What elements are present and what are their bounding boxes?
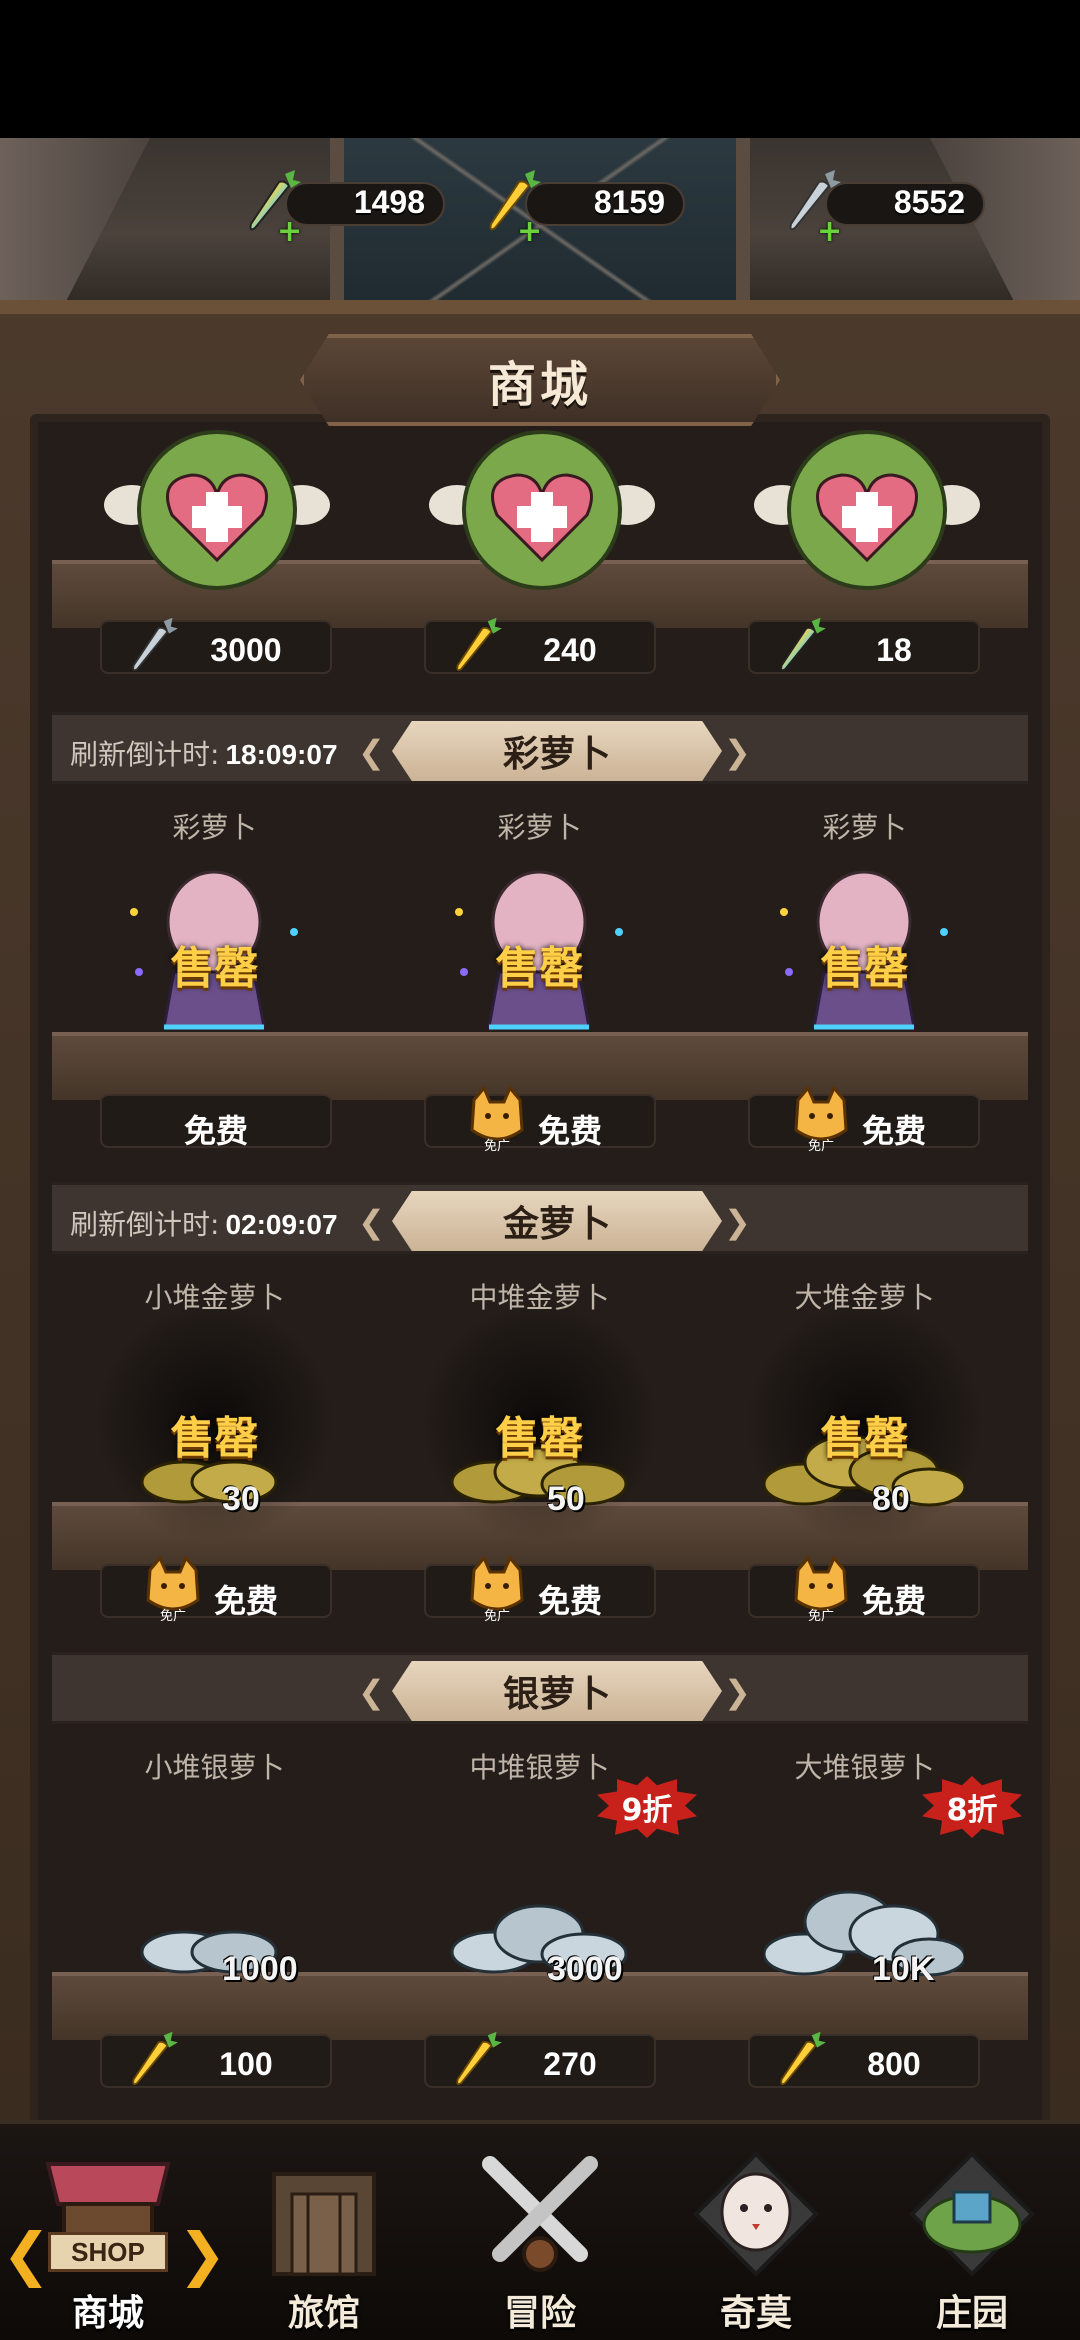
currency-rainbow[interactable]: + 1498 xyxy=(245,170,445,249)
free-button[interactable]: 免费 xyxy=(100,1094,332,1150)
currency-value: 8552 xyxy=(893,184,965,220)
price-button[interactable]: 800 xyxy=(748,2031,980,2088)
shop-sign: SHOP xyxy=(48,2232,168,2272)
nav-label: 庄园 xyxy=(935,2293,1008,2334)
price-text: 270 xyxy=(543,2046,597,2082)
price-text: 免费 xyxy=(861,1112,926,1150)
chevron-left-icon: ❮ xyxy=(2,2220,51,2288)
item-quantity: 1000 xyxy=(222,1950,298,1988)
section-silver-carrot: ❮ 银萝卜 ❯ 小堆银萝卜 1000 中堆银萝卜 9折 3000 大堆银萝卜 8… xyxy=(52,1652,1028,2102)
sold-out-label: 售罄 xyxy=(170,1413,259,1464)
price-text: 240 xyxy=(543,632,597,668)
nav-adventure[interactable]: 冒险 xyxy=(432,2124,648,2340)
character-portrait-icon xyxy=(693,2151,819,2277)
shelf-plank xyxy=(52,1032,1028,1100)
item-quantity: 3000 xyxy=(547,1950,623,1988)
heart-fruit-icon xyxy=(754,430,980,590)
refresh-timer: 刷新倒计时: 18:09:07 xyxy=(70,738,338,771)
price-text: 800 xyxy=(867,2046,921,2082)
add-icon[interactable]: + xyxy=(517,214,542,249)
item-name: 中堆银萝卜 xyxy=(469,1751,610,1784)
nav-shop[interactable]: ❮ ❯ SHOP 商城 xyxy=(0,2124,227,2340)
manor-island-icon xyxy=(909,2151,1035,2277)
page-title-text: 商城 xyxy=(487,357,592,413)
item-name: 大堆金萝卜 xyxy=(794,1281,935,1314)
sold-out-label: 售罄 xyxy=(495,943,584,994)
heart-fruit-icon xyxy=(104,430,330,590)
item-name: 小堆银萝卜 xyxy=(144,1751,285,1784)
currency-value: 8159 xyxy=(593,184,665,220)
price-button[interactable]: 3000 xyxy=(100,617,332,674)
chevron-right-icon: ❯ xyxy=(724,733,751,771)
section-header: ❮ 银萝卜 ❯ xyxy=(52,1652,1028,1724)
nav-qimo[interactable]: 奇莫 xyxy=(648,2124,864,2340)
section-top: 3000 240 18 xyxy=(52,410,1028,690)
nav-label: 商城 xyxy=(71,2293,144,2334)
chevron-left-icon: ❮ xyxy=(358,733,385,771)
item-name: 彩萝卜 xyxy=(172,811,257,844)
refresh-timer: 刷新倒计时: 02:09:07 xyxy=(70,1208,338,1241)
price-button[interactable]: 100 xyxy=(100,2031,332,2088)
bottom-nav: ❮ ❯ SHOP 商城 旅馆 冒险 奇莫 庄园 xyxy=(0,2120,1080,2340)
add-icon[interactable]: + xyxy=(277,214,302,249)
free-ad-button[interactable]: 免广 免费 xyxy=(424,1556,656,1622)
price-text: 免费 xyxy=(537,1582,602,1620)
curtain-left xyxy=(0,138,150,313)
sold-out-label: 售罄 xyxy=(820,1413,909,1464)
free-ad-button[interactable]: 免广 免费 xyxy=(748,1086,980,1152)
section-gold-carrot: 刷新倒计时: 02:09:07 ❮ 金萝卜 ❯ 小堆金萝卜 售罄 30 中堆金萝卜… xyxy=(52,1182,1028,1632)
section-title: 银萝卜 xyxy=(392,1661,722,1721)
inn-gate-icon xyxy=(272,2172,376,2276)
price-text: 免费 xyxy=(213,1582,278,1620)
price-button[interactable]: 240 xyxy=(424,617,656,674)
item-quantity: 10K xyxy=(872,1950,935,1988)
price-text: 3000 xyxy=(210,632,282,668)
currency-gold[interactable]: + 8159 xyxy=(485,170,685,249)
item-quantity: 80 xyxy=(872,1480,910,1518)
heart-fruit-icon xyxy=(429,430,655,590)
nav-label: 旅馆 xyxy=(287,2293,360,2334)
item-name: 大堆银萝卜 xyxy=(794,1751,935,1784)
price-text: 免费 xyxy=(183,1112,248,1150)
sold-out-label: 售罄 xyxy=(170,943,259,994)
chevron-right-icon: ❯ xyxy=(724,1673,751,1711)
crossed-swords-icon xyxy=(482,2156,598,2272)
item-name: 中堆金萝卜 xyxy=(469,1281,610,1314)
section-rainbow-carrot: 刷新倒计时: 18:09:07 ❮ 彩萝卜 ❯ 彩萝卜 售罄 彩萝卜 售罄 彩萝卜 xyxy=(52,712,1028,1162)
price-text: 免费 xyxy=(861,1582,926,1620)
nav-inn[interactable]: 旅馆 xyxy=(216,2124,432,2340)
currency-silver[interactable]: + 8552 xyxy=(785,170,985,249)
price-text: 18 xyxy=(876,632,912,668)
section-title: 金萝卜 xyxy=(392,1191,722,1251)
item-name: 小堆金萝卜 xyxy=(144,1281,285,1314)
item-name: 彩萝卜 xyxy=(822,811,907,844)
free-ad-button[interactable]: 免广 免费 xyxy=(100,1556,332,1622)
nav-manor[interactable]: 庄园 xyxy=(864,2124,1080,2340)
sold-out-label: 售罄 xyxy=(820,943,909,994)
section-header: 刷新倒计时: 02:09:07 ❮ 金萝卜 ❯ xyxy=(52,1182,1028,1254)
item-name: 彩萝卜 xyxy=(497,811,582,844)
section-header: 刷新倒计时: 18:09:07 ❮ 彩萝卜 ❯ xyxy=(52,712,1028,784)
price-button[interactable]: 270 xyxy=(424,2031,656,2088)
price-text: 免费 xyxy=(537,1112,602,1150)
free-ad-button[interactable]: 免广 免费 xyxy=(424,1086,656,1152)
header-scene: + 1498 + 8159 + 8552 xyxy=(0,138,1080,313)
chevron-left-icon: ❮ xyxy=(358,1203,385,1241)
chevron-left-icon: ❮ xyxy=(358,1673,385,1711)
nav-label: 冒险 xyxy=(503,2293,576,2334)
price-button[interactable]: 18 xyxy=(748,617,980,674)
section-title: 彩萝卜 xyxy=(392,721,722,781)
sold-out-label: 售罄 xyxy=(495,1413,584,1464)
add-icon[interactable]: + xyxy=(817,214,842,249)
status-bar-area xyxy=(0,0,1080,138)
currency-value: 1498 xyxy=(353,184,425,220)
item-quantity: 30 xyxy=(222,1480,260,1518)
price-text: 100 xyxy=(219,2046,273,2082)
nav-label: 奇莫 xyxy=(719,2293,792,2334)
item-quantity: 50 xyxy=(547,1480,585,1518)
free-ad-button[interactable]: 免广 免费 xyxy=(748,1556,980,1622)
chevron-right-icon: ❯ xyxy=(724,1203,751,1241)
